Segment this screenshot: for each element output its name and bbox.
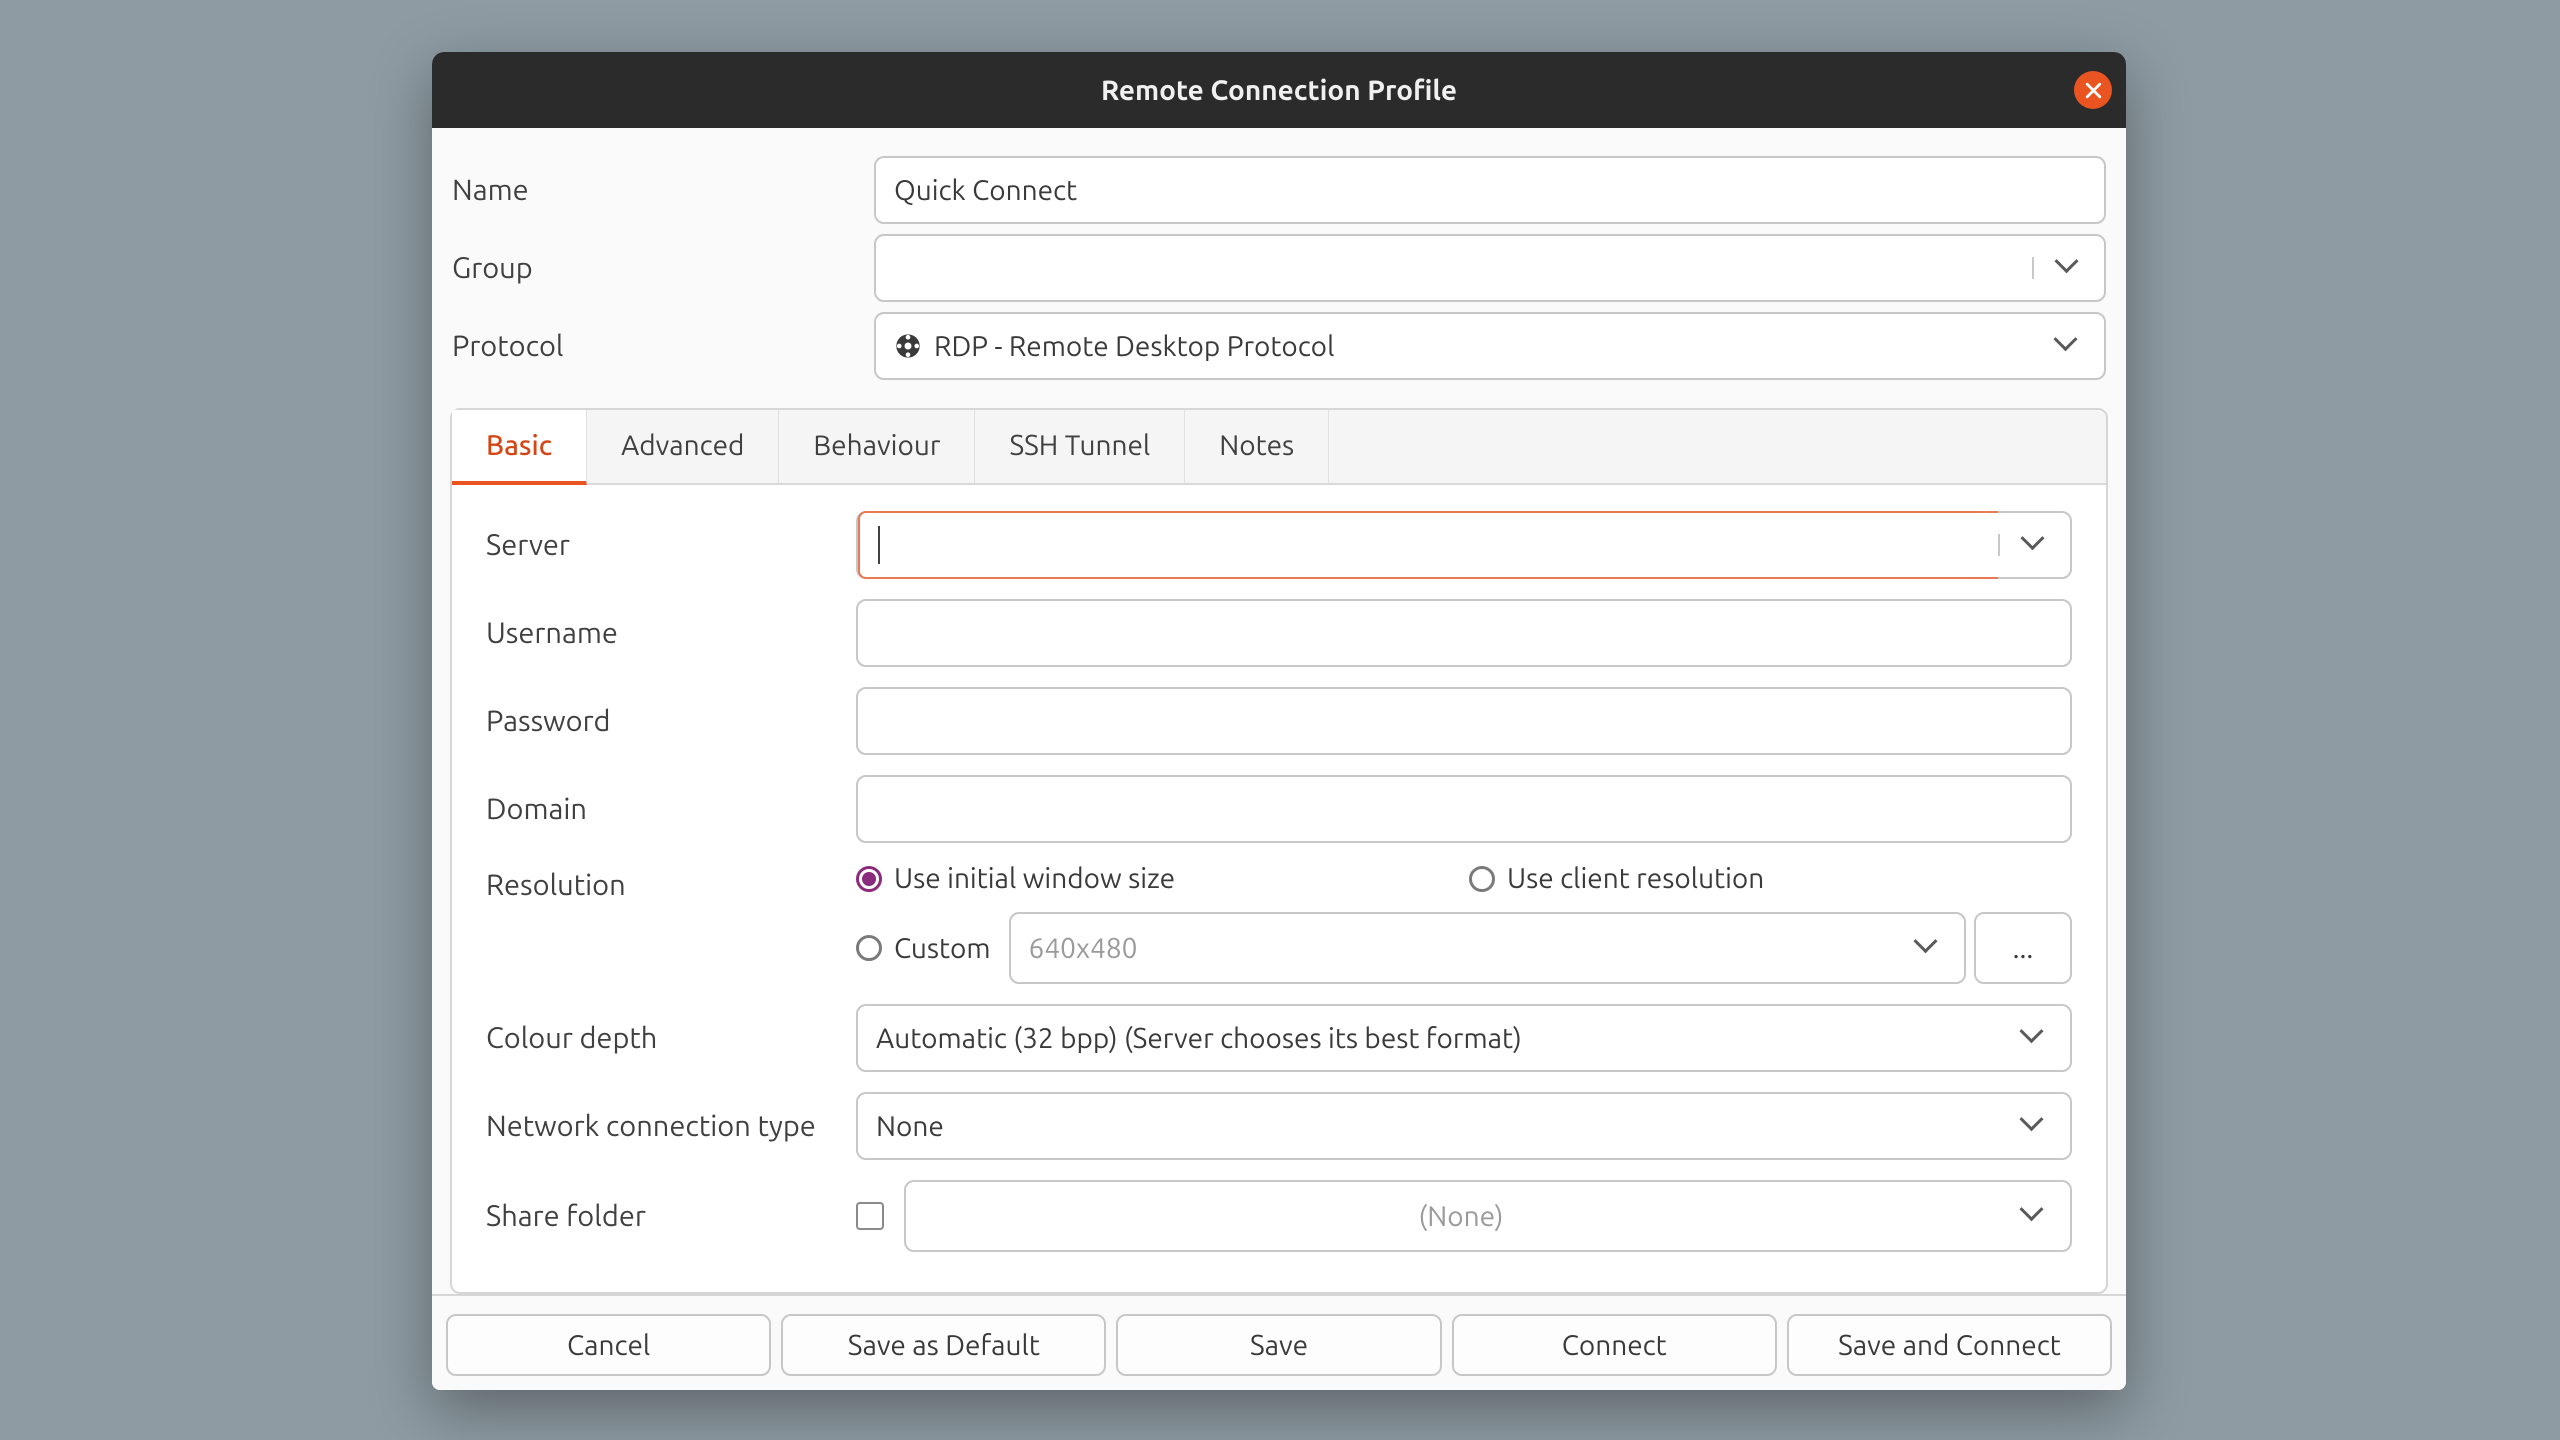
- username-label: Username: [486, 617, 856, 649]
- close-button[interactable]: [2074, 71, 2112, 109]
- network-type-select[interactable]: None: [856, 1092, 2072, 1160]
- dialog-window: Remote Connection Profile Name Quick Con…: [432, 52, 2126, 1390]
- resolution-radio-client[interactable]: [1469, 866, 1495, 892]
- colour-depth-value: Automatic (32 bpp) (Server chooses its b…: [876, 1023, 1998, 1054]
- resolution-opt-client-label: Use client resolution: [1507, 863, 1764, 894]
- button-bar: Cancel Save as Default Save Connect Save…: [432, 1294, 2126, 1390]
- resolution-label: Resolution: [486, 863, 856, 901]
- connect-button[interactable]: Connect: [1452, 1314, 1777, 1376]
- tabs-container: Basic Advanced Behaviour SSH Tunnel Note…: [450, 408, 2108, 1294]
- text-cursor: [878, 526, 880, 564]
- protocol-select[interactable]: RDP - Remote Desktop Protocol: [874, 312, 2106, 380]
- network-type-value: None: [876, 1111, 1998, 1142]
- cancel-button[interactable]: Cancel: [446, 1314, 771, 1376]
- ellipsis-icon: ...: [2013, 933, 2034, 964]
- tab-notes[interactable]: Notes: [1185, 410, 1329, 483]
- share-folder-value: (None): [924, 1201, 1998, 1232]
- tab-body-basic: Server Username Password: [452, 485, 2106, 1262]
- resolution-opt-custom-label: Custom: [894, 933, 991, 964]
- colour-depth-select[interactable]: Automatic (32 bpp) (Server chooses its b…: [856, 1004, 2072, 1072]
- network-type-label: Network connection type: [486, 1110, 856, 1142]
- protocol-value: RDP - Remote Desktop Protocol: [934, 331, 2032, 362]
- window-title: Remote Connection Profile: [1101, 75, 1457, 106]
- resolution-custom-value: 640x480: [1029, 933, 1892, 964]
- save-button[interactable]: Save: [1116, 1314, 1441, 1376]
- password-label: Password: [486, 705, 856, 737]
- tab-advanced[interactable]: Advanced: [587, 410, 779, 483]
- resolution-radio-custom[interactable]: [856, 935, 882, 961]
- server-combo[interactable]: [856, 511, 2072, 579]
- chevron-down-icon: [2024, 534, 2046, 556]
- share-folder-select[interactable]: (None): [904, 1180, 2072, 1252]
- tab-bar: Basic Advanced Behaviour SSH Tunnel Note…: [452, 410, 2106, 485]
- domain-label: Domain: [486, 793, 856, 825]
- chevron-down-icon: [1917, 937, 1939, 959]
- server-dropdown-button[interactable]: [1998, 534, 2070, 556]
- chevron-down-icon: [2058, 257, 2080, 279]
- protocol-label: Protocol: [452, 330, 874, 362]
- chevron-down-icon: [2023, 1115, 2045, 1137]
- title-bar: Remote Connection Profile: [432, 52, 2126, 128]
- top-form: Name Quick Connect Group Protocol RDP - …: [432, 128, 2126, 398]
- rdp-icon: [894, 332, 922, 360]
- username-input[interactable]: [856, 599, 2072, 667]
- tab-basic[interactable]: Basic: [452, 410, 587, 485]
- chevron-down-icon: [2057, 335, 2079, 357]
- save-as-default-button[interactable]: Save as Default: [781, 1314, 1106, 1376]
- save-and-connect-button[interactable]: Save and Connect: [1787, 1314, 2112, 1376]
- domain-input[interactable]: [856, 775, 2072, 843]
- resolution-opt-initial-label: Use initial window size: [894, 863, 1175, 894]
- tab-behaviour[interactable]: Behaviour: [779, 410, 975, 483]
- tab-ssh-tunnel[interactable]: SSH Tunnel: [975, 410, 1185, 483]
- chevron-down-icon: [2023, 1205, 2045, 1227]
- chevron-down-icon: [2023, 1027, 2045, 1049]
- share-folder-label: Share folder: [486, 1200, 856, 1232]
- name-value: Quick Connect: [894, 175, 1077, 206]
- name-label: Name: [452, 174, 874, 206]
- server-label: Server: [486, 529, 856, 561]
- group-label: Group: [452, 252, 874, 284]
- password-input[interactable]: [856, 687, 2072, 755]
- resolution-custom-select[interactable]: 640x480: [1009, 912, 1966, 984]
- group-dropdown-button[interactable]: [2032, 257, 2104, 279]
- resolution-more-button[interactable]: ...: [1974, 912, 2072, 984]
- group-combo[interactable]: [874, 234, 2106, 302]
- resolution-radio-initial[interactable]: [856, 866, 882, 892]
- colour-depth-label: Colour depth: [486, 1022, 856, 1054]
- name-input[interactable]: Quick Connect: [874, 156, 2106, 224]
- close-icon: [2085, 82, 2102, 99]
- share-folder-checkbox[interactable]: [856, 1202, 884, 1230]
